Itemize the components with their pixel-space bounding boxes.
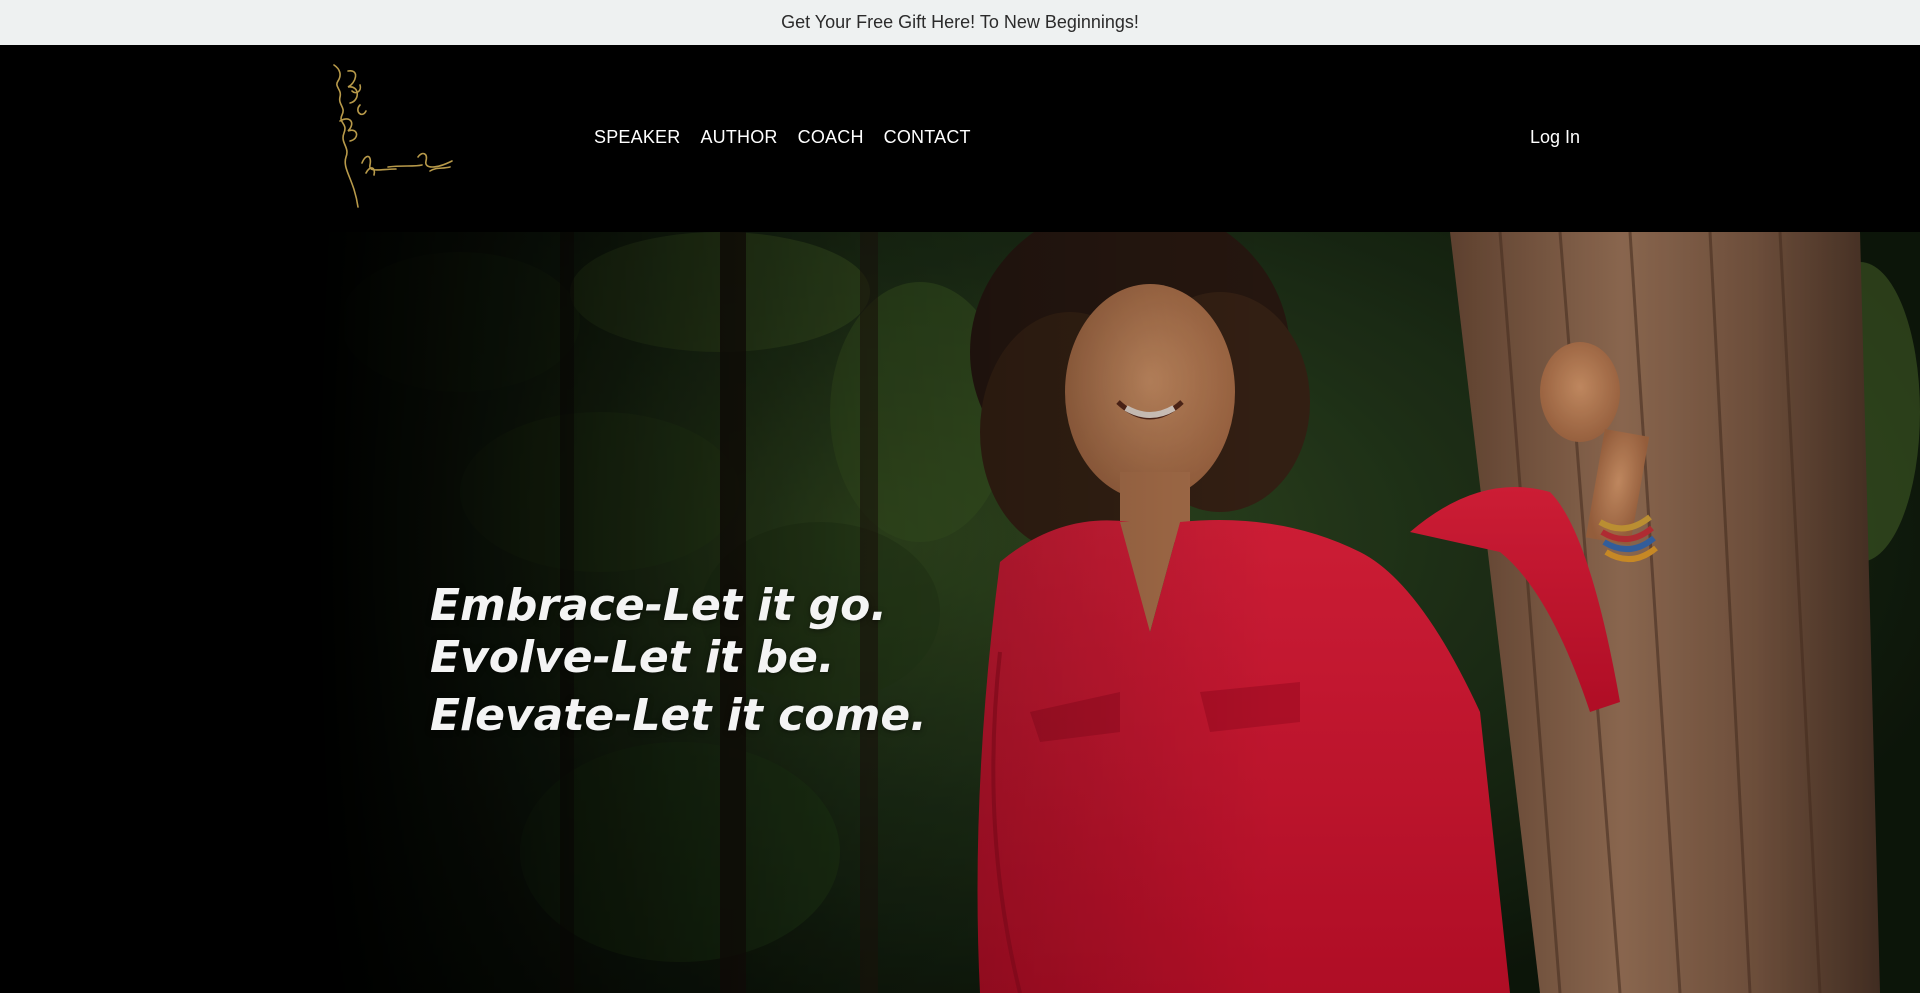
nav-author-link[interactable]: AUTHOR — [700, 127, 777, 148]
nav-speaker-link[interactable]: SPEAKER — [594, 127, 680, 148]
signature-logo-icon[interactable] — [326, 61, 456, 211]
hero-line-3: Elevate-Let it come. — [430, 689, 927, 741]
hero-line-2: Evolve-Let it be. — [430, 631, 835, 683]
hero-tagline: Embrace-Let it go. Evolve-Let it be. Ele… — [430, 580, 927, 742]
main-nav: SPEAKER AUTHOR COACH CONTACT — [594, 127, 971, 148]
announcement-bar[interactable]: Get Your Free Gift Here! To New Beginnin… — [0, 0, 1920, 45]
announcement-text[interactable]: Get Your Free Gift Here! To New Beginnin… — [781, 12, 1139, 33]
nav-contact-link[interactable]: CONTACT — [884, 127, 971, 148]
login-link[interactable]: Log In — [1530, 127, 1580, 148]
nav-coach-link[interactable]: COACH — [798, 127, 864, 148]
hero-section: Embrace-Let it go. Evolve-Let it be. Ele… — [0, 232, 1920, 993]
site-header: SPEAKER AUTHOR COACH CONTACT Log In — [0, 45, 1920, 232]
hero-line-1: Embrace-Let it go. — [430, 580, 888, 631]
